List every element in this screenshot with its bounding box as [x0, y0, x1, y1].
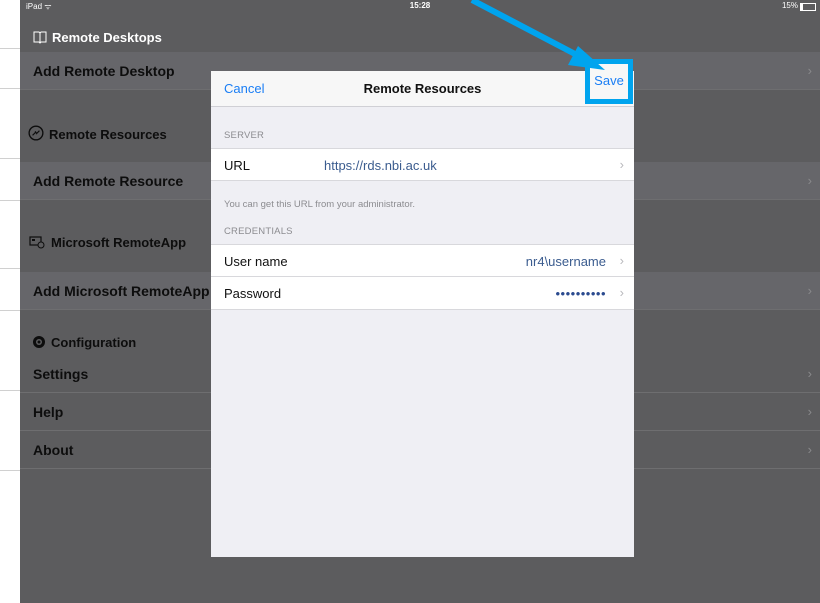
password-label: Password [224, 286, 282, 301]
remoteapp-icon [29, 236, 45, 249]
divider [0, 158, 20, 159]
save-button[interactable]: Save [585, 59, 633, 104]
chevron-right-icon: › [807, 283, 812, 298]
password-row[interactable]: Password •••••••••• › [211, 277, 634, 310]
username-label: User name [224, 254, 288, 269]
row-label: Settings [33, 366, 89, 382]
section-title: Microsoft RemoteApp [51, 235, 187, 250]
section-title: Remote Resources [49, 127, 167, 142]
divider [0, 390, 20, 391]
url-label: URL [224, 158, 251, 173]
divider [0, 88, 20, 89]
divider [0, 268, 20, 269]
ipad-screen: iPad ᯤ 15:28 15% Remote Desktops Add Rem… [20, 0, 820, 603]
status-time: 15:28 [409, 1, 431, 10]
gear-icon [33, 336, 45, 348]
chevron-right-icon: › [807, 63, 812, 78]
battery-percent: 15% [781, 1, 798, 10]
left-edge-strip [0, 0, 20, 603]
chevron-right-icon: › [807, 173, 812, 188]
credentials-section-header: CREDENTIALS [224, 226, 293, 237]
divider [0, 200, 20, 201]
row-label: Add Remote Resource [33, 173, 184, 189]
section-header-remote-desktops: Remote Desktops [33, 30, 820, 45]
battery-icon [800, 3, 816, 11]
chevron-right-icon: › [619, 253, 624, 268]
divider [0, 310, 20, 311]
section-title: Remote Desktops [52, 30, 162, 45]
modal-title: Remote Resources [363, 81, 482, 96]
server-section-header: SERVER [224, 130, 265, 141]
section-title: Configuration [51, 335, 137, 350]
url-value: https://rds.nbi.ac.uk [324, 158, 437, 173]
url-hint: You can get this URL from your administr… [224, 199, 415, 210]
chevron-right-icon: › [619, 157, 624, 172]
status-bar: iPad ᯤ 15:28 15% [20, 0, 820, 12]
divider [0, 470, 20, 471]
row-label: Add Microsoft RemoteApp [33, 283, 210, 299]
chevron-right-icon: › [807, 404, 812, 419]
row-label: Add Remote Desktop [33, 63, 175, 79]
row-label: About [33, 442, 74, 458]
password-value: •••••••••• [555, 286, 606, 301]
chevron-right-icon: › [619, 285, 624, 300]
modal-nav-bar: Cancel Remote Resources [211, 71, 634, 107]
remote-resources-modal: Cancel Remote Resources Save SERVER URL … [211, 59, 634, 557]
book-icon [33, 31, 47, 44]
chevron-right-icon: › [807, 442, 812, 457]
username-value: nr4\username [525, 254, 606, 269]
divider [0, 48, 20, 49]
username-row[interactable]: User name nr4\username › [211, 244, 634, 277]
screenshot-frame: iPad ᯤ 15:28 15% Remote Desktops Add Rem… [0, 0, 820, 603]
row-label: Help [33, 404, 64, 420]
url-row[interactable]: URL https://rds.nbi.ac.uk › [211, 148, 634, 181]
remote-resources-icon [28, 125, 44, 141]
chevron-right-icon: › [807, 366, 812, 381]
